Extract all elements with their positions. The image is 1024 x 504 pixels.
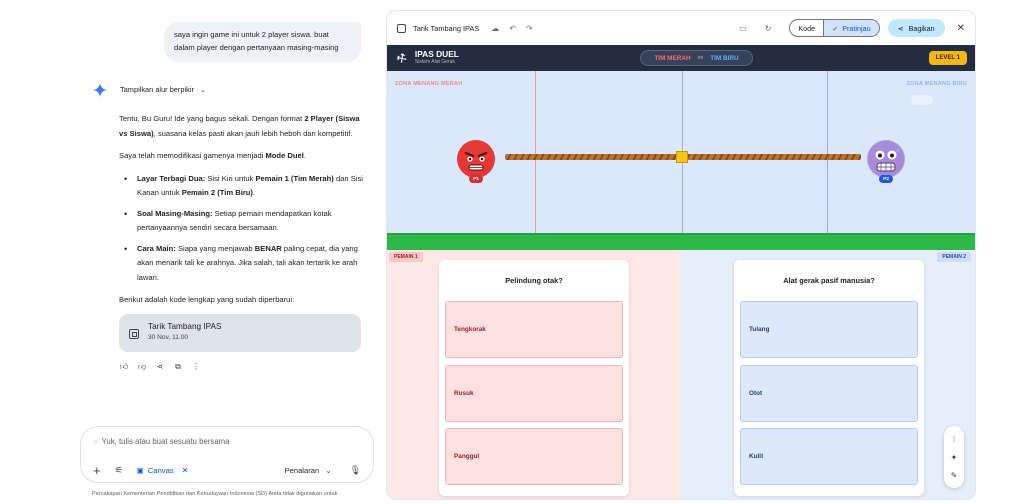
model-selector[interactable]: Penalaran ⌄ [285,466,332,475]
feature-list: Layar Terbagi Dua: Sisi Kiri untuk Pemai… [119,172,364,286]
tools-icon[interactable]: ⚟ [115,465,123,476]
document-icon [129,329,139,339]
share-label: Bagikan [908,23,935,33]
view-mode-toggle: Kode ✓ Pratinjau [789,19,880,37]
console-icon[interactable]: ▭ [739,24,747,33]
team-red-label: TIM MERAH [654,54,691,62]
redo-icon[interactable]: ↷ [526,24,533,33]
player2-option-2[interactable]: Otot [740,365,918,422]
player1-option-3[interactable]: Panggul [445,428,623,485]
player1-area: PEMAIN 1 Pelindung otak? Tengkorak Rusuk… [387,250,681,499]
close-icon[interactable]: ✕ [182,466,189,475]
player1-option-1[interactable]: Tengkorak [445,301,623,358]
player1-question: Pelindung otak? [505,276,563,285]
angry-face-icon [457,140,495,178]
prompt-placeholder: Yuk, tulis atau buat sesuatu bersama [101,437,230,446]
player1-question-card: Pelindung otak? Tengkorak Rusuk Panggul [439,260,629,496]
canvas-side-tools: ⁞ ✦ ✎ [944,426,964,488]
level-badge: LEVEL 1 [928,51,967,65]
canvas-card-date: 30 Nov, 11.00 [148,334,189,341]
cloud-decoration [911,95,933,105]
canvas-title: Tarik Tambang IPAS [413,23,480,33]
grass-ground [387,233,975,250]
game-subtitle: Sistem Alat Gerak [414,59,455,65]
close-icon[interactable]: ✕ [957,23,965,34]
player2-option-3[interactable]: Kulit [740,428,918,485]
player1-badge: P1 [469,175,483,183]
disclaimer-text: Percakapan Kementerian Pendidikan dan Ke… [92,491,338,497]
player1-option-2[interactable]: Rusuk [445,365,623,422]
thumbs-down-icon[interactable]: 👎︎ [137,362,147,372]
cloud-saved-icon: ☁ [491,23,500,33]
list-item: Soal Masing-Masing: Setiap pemain mendap… [119,207,364,236]
check-icon: ✓ [832,23,839,33]
chevron-down-icon: ⌄ [199,86,206,94]
model-selector-label: Penalaran [284,466,320,475]
shield-icon: ◌ [93,437,98,446]
chat-pane: saya ingin game ini untuk 2 player siswa… [0,0,385,504]
thinking-label: Tampilkan alur berpikir [120,85,194,94]
document-icon [397,23,406,33]
share-button[interactable]: ⋖ Bagikan [887,19,945,37]
copy-icon[interactable]: ⧉ [173,362,183,372]
canvas-chip-label: Canvas [147,466,174,475]
show-thinking-toggle[interactable]: Tampilkan alur berpikir ⌄ [120,85,206,94]
prompt-input[interactable]: ◌ Yuk, tulis atau buat sesuatu bersama [93,437,230,446]
code-mode-button[interactable]: Kode [790,20,823,36]
gemini-spark-icon [93,83,107,97]
player1-tag: PEMAIN 1 [389,252,423,262]
list-item: Layar Terbagi Dua: Sisi Kiri untuk Pemai… [119,172,364,201]
list-item: Cara Main: Siapa yang menjawab BENAR pal… [119,242,364,286]
user-message: saya ingin game ini untuk 2 player siswa… [164,22,361,62]
grimacing-face-icon [867,140,905,178]
chevron-down-icon: ⌄ [325,466,332,475]
canvas-toolbar: Tarik Tambang IPAS ☁ ↶ ↷ ▭ ↻ Kode ✓ Prat… [387,11,975,45]
assistant-response: Tentu, Bu Guru! Ide yang bagus sekali. D… [119,112,364,316]
red-win-zone-label: ZONA MENANG MERAH [395,81,463,87]
player2-area: PEMAIN 2 Alat gerak pasif manusia? Tulan… [681,250,975,499]
prompt-composer[interactable]: ◌ Yuk, tulis atau buat sesuatu bersama +… [80,426,374,483]
edit-icon[interactable]: ✎ [951,471,958,480]
grid-icon[interactable]: ⁞ [953,435,955,444]
thumbs-up-icon[interactable]: 👍︎ [119,362,129,372]
player2-question: Alat gerak pasif manusia? [783,276,875,285]
canvas-pane: Tarik Tambang IPAS ☁ ↶ ↷ ▭ ↻ Kode ✓ Prat… [386,10,976,500]
game-title: IPAS DUEL [414,49,459,59]
intro-paragraph: Tentu, Bu Guru! Ide yang bagus sekali. D… [119,114,360,138]
refresh-icon[interactable]: ↻ [765,24,772,33]
teams-scoreboard: TIM MERAH vs TIM BIRU [640,50,753,66]
modified-paragraph: Saya telah memodifikasi gamenya menjadi … [119,151,306,160]
response-actions: 👍︎ 👎︎ ⋖ ⧉ ⋮ [119,362,201,372]
game-preview: ⚒ IPAS DUEL Sistem Alat Gerak TIM MERAH … [387,45,975,499]
player2-question-card: Alat gerak pasif manusia? Tulang Otot Ku… [734,260,924,496]
player2-option-1[interactable]: Tulang [740,301,918,358]
add-icon[interactable]: + [93,463,101,478]
canvas-icon: ▣ [136,466,144,475]
versus-label: vs [697,55,704,61]
canvas-chip[interactable]: ▣ Canvas ✕ [137,466,189,475]
canvas-document-card[interactable]: Tarik Tambang IPAS 30 Nov, 11.00 [119,314,361,352]
share-icon[interactable]: ⋖ [155,362,165,372]
blue-win-zone-label: ZONA MENANG BIRU [906,81,967,87]
microphone-icon[interactable]: 🎙︎ [350,465,361,476]
team-blue-label: TIM BIRU [710,54,739,62]
tug-of-war-field: ZONA MENANG MERAH ZONA MENANG BIRU P1 P2 [387,71,975,247]
rope-center-marker [676,151,688,163]
sparkle-icon[interactable]: ✦ [951,453,958,462]
preview-mode-button[interactable]: ✓ Pratinjau [823,20,879,36]
share-icon: ⋖ [897,23,904,33]
undo-icon[interactable]: ↶ [509,24,516,33]
preview-mode-label: Pratinjau [842,23,871,33]
tug-of-war-icon: ⚒ [394,50,410,67]
player2-badge: P2 [879,175,893,183]
more-options-icon[interactable]: ⋮ [191,362,201,372]
player2-tag: PEMAIN 2 [937,252,971,262]
game-header: ⚒ IPAS DUEL Sistem Alat Gerak TIM MERAH … [387,45,975,71]
canvas-card-title: Tarik Tambang IPAS [148,322,222,331]
code-intro: Berikut adalah kode lengkap yang sudah d… [119,295,295,304]
